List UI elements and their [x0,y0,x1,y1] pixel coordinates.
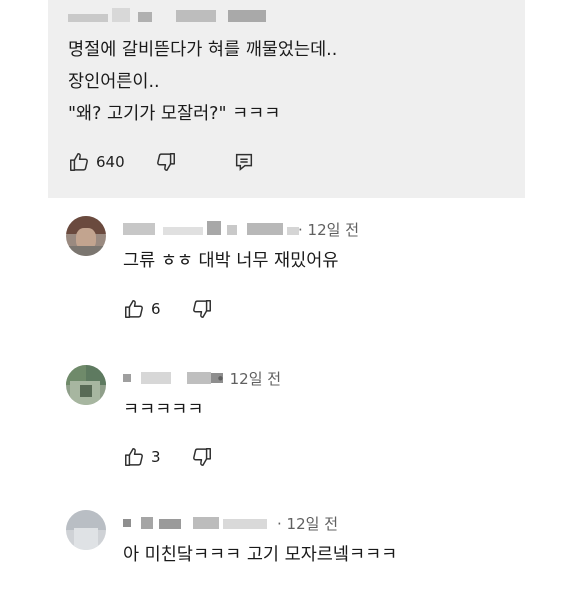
comment-actions: 640 [68,151,255,173]
avatar[interactable] [66,510,106,550]
comment-text-line-2: 장인어른이.. [68,72,160,92]
reply-author-blurred[interactable] [123,370,223,386]
like-count: 6 [151,300,161,318]
reply-timestamp: · 12일 전 [298,221,359,239]
reply-text: 아 미친닼ㅋㅋㅋ 고기 모자르넼ㅋㅋㅋ [123,545,398,565]
comment-text-line-3: "왜? 고기가 모잘러?" ㅋㅋㅋ [68,104,281,124]
reply-timestamp: · 12일 전 [277,515,338,533]
reply-author-blurred[interactable] [123,515,275,531]
reply-text: 그류 ㅎㅎ 대박 너무 재밌어유 [123,251,339,271]
avatar[interactable] [66,216,106,256]
like-icon[interactable] [68,151,90,173]
like-count: 640 [96,153,125,171]
avatar[interactable] [66,365,106,405]
reply-actions: 3 [123,446,213,468]
like-icon[interactable] [123,298,145,320]
reply-timestamp: • 12일 전 [216,370,282,388]
comment-author-blurred[interactable] [68,8,278,26]
dislike-icon[interactable] [191,298,213,320]
like-count: 3 [151,448,161,466]
dislike-icon[interactable] [191,446,213,468]
dislike-icon[interactable] [155,151,177,173]
reply-actions: 6 [123,298,213,320]
reply-text: ㅋㅋㅋㅋㅋ [123,400,204,420]
like-icon[interactable] [123,446,145,468]
reply-icon[interactable] [233,151,255,173]
reply-author-blurred[interactable] [123,221,301,237]
comment-text-line-1: 명절에 갈비뜯다가 혀를 깨물었는데.. [68,40,338,60]
